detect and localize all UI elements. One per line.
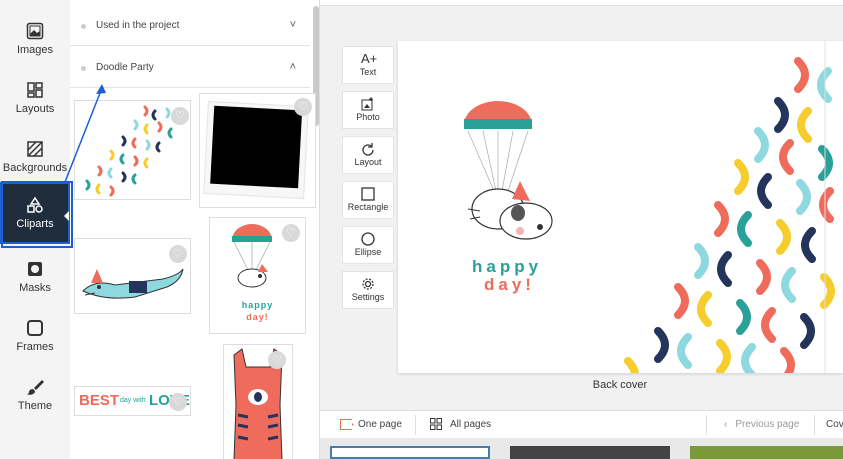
tool-layout[interactable]: Layout [342,136,394,174]
all-pages-label: All pages [450,419,492,430]
bullet-dot [81,66,86,71]
rail-item-masks[interactable]: Masks [0,250,70,308]
clipart-panel: Used in the project ˅ Doodle Party ˄ ♡ ♡… [70,0,320,459]
favorite-heart-icon[interactable]: ♡ [268,351,286,369]
rail-label-theme: Theme [17,400,53,412]
hatch-icon [27,141,43,157]
top-bar [320,0,843,6]
clipart-day-text: day! [246,312,269,322]
tool-label: Settings [351,292,385,302]
app-root: Images Layouts Backgrounds Cliparts Mask… [0,0,843,459]
annotation-highlight-box [1,181,73,248]
tool-label: Rectangle [347,202,389,212]
brush-icon [27,380,44,395]
thumbnail-page[interactable] [510,446,670,459]
rail-label-layouts: Layouts [15,103,55,115]
favorite-heart-icon[interactable]: ♡ [294,98,312,116]
divider [814,415,815,435]
page-label: Back cover [592,379,648,391]
clipart-happy-text: happy [241,300,274,310]
divider [706,415,707,435]
frame-icon [27,320,43,336]
favorite-heart-icon[interactable]: ♡ [169,245,187,263]
annotation-arrow [64,84,106,183]
clipart-best-text: BEST [79,392,120,409]
canvas-day-text: day! [484,275,535,294]
clipart-tile-best-day[interactable]: BEST day with LOVE ♡ [74,386,191,416]
rail-item-frames[interactable]: Frames [0,309,70,367]
tool-rectangle[interactable]: Rectangle [342,181,394,219]
text-add-icon: A+ [361,51,378,66]
mask-icon [28,262,42,276]
clipart-day-with-text: day with [120,397,146,404]
clipart-tile-parachute-dog[interactable]: happy day! ♡ [209,217,306,334]
rail-label-backgrounds: Backgrounds [2,162,68,174]
layout-grid-icon [27,82,43,98]
rectangle-icon [361,187,375,201]
rail-label-masks: Masks [19,282,51,294]
bullet-dot [81,24,86,29]
favorite-heart-icon[interactable]: ♡ [171,107,189,125]
two-page-icon [340,418,352,430]
divider [415,415,416,435]
refresh-icon [362,143,374,156]
one-page-label: One page [358,419,402,430]
favorite-heart-icon[interactable]: ♡ [169,393,187,411]
rail-item-images[interactable]: Images [0,12,70,70]
book-page-canvas[interactable]: happy day! [398,41,843,373]
thumbnail-strip [320,438,843,459]
canvas-happy-text: happy [472,257,543,276]
rail-label-images: Images [16,44,54,56]
all-pages-button[interactable]: All pages [424,411,491,439]
tool-label: Text [359,67,377,77]
tool-label: Ellipse [354,247,382,257]
chevron-up-icon: ˄ [289,61,296,73]
tool-ellipse[interactable]: Ellipse [342,226,394,264]
ellipse-icon [361,232,375,246]
page-artwork [464,41,835,373]
clipart-tile-frame[interactable]: ♡ [199,93,316,208]
chevron-left-icon: ‹ [724,419,728,430]
grid-icon [430,418,442,431]
section-label: Used in the project [96,20,180,31]
thumbnail-page[interactable] [690,446,843,459]
previous-page-label: Previous page [735,419,800,430]
cover-tab[interactable]: Cov [820,411,843,439]
rail-label-frames: Frames [16,341,54,353]
tool-photo[interactable]: Photo [342,91,394,129]
tool-settings[interactable]: Settings [342,271,394,309]
bottom-bar: One page All pages ‹ Previous page Cov [320,410,843,438]
clipart-tile-crocodile[interactable]: ♡ [74,238,191,314]
photo-add-icon [361,97,373,111]
chevron-down-icon: ˅ [289,19,296,31]
tool-text[interactable]: A+ Text [342,46,394,84]
section-used-in-project[interactable]: Used in the project ˅ [70,6,310,46]
clipart-tile-tiger[interactable]: ♡ [223,344,293,459]
tool-label: Layout [354,157,382,167]
section-label: Doodle Party [96,62,154,73]
one-page-button[interactable]: One page [334,411,402,439]
gear-icon [362,278,374,290]
tool-label: Photo [356,112,380,122]
favorite-heart-icon[interactable]: ♡ [282,224,300,242]
rail-item-theme[interactable]: Theme [0,368,70,426]
thumbnail-back-cover[interactable] [330,446,490,459]
image-icon [26,22,44,40]
previous-page-button[interactable]: ‹ Previous page [718,411,799,439]
